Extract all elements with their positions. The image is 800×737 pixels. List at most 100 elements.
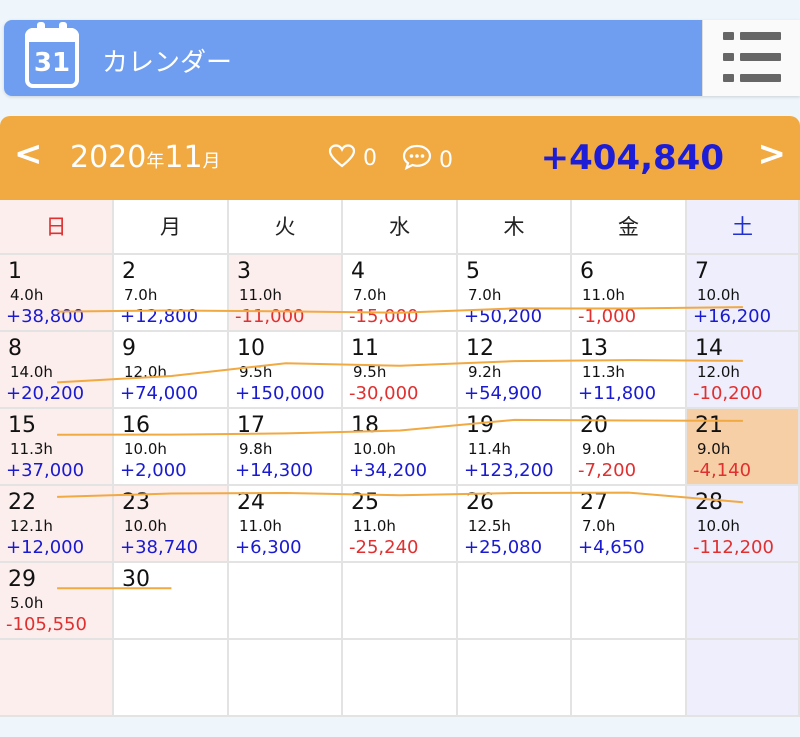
- work-hours: 11.4h: [468, 440, 511, 458]
- day-amount: -112,200: [693, 537, 774, 558]
- day-cell[interactable]: 28 10.0h -112,200: [687, 486, 800, 563]
- work-hours: 7.0h: [353, 286, 387, 304]
- day-cell[interactable]: 16 10.0h +2,000: [114, 409, 229, 486]
- day-number: 12: [466, 336, 494, 361]
- day-cell[interactable]: 24 11.0h +6,300: [229, 486, 343, 563]
- day-cell[interactable]: 6 11.0h -1,000: [572, 255, 687, 332]
- day-cell[interactable]: 27 7.0h +4,650: [572, 486, 687, 563]
- year-unit: 年: [146, 151, 165, 172]
- menu-button[interactable]: [702, 20, 800, 96]
- day-cell[interactable]: 29 5.0h -105,550: [0, 563, 114, 640]
- day-cell[interactable]: 26 12.5h +25,080: [458, 486, 572, 563]
- empty-cell[interactable]: [343, 563, 458, 640]
- work-hours: 10.0h: [353, 440, 396, 458]
- day-amount: -1,000: [578, 306, 637, 327]
- work-hours: 12.0h: [697, 363, 740, 381]
- empty-cell[interactable]: [572, 563, 687, 640]
- day-cell[interactable]: 4 7.0h -15,000: [343, 255, 458, 332]
- day-number: 30: [122, 567, 150, 592]
- work-hours: 12.5h: [468, 517, 511, 535]
- day-amount: +38,740: [120, 537, 199, 558]
- day-cell[interactable]: 21 9.0h -4,140: [687, 409, 800, 486]
- empty-cell[interactable]: [114, 640, 229, 717]
- day-cell[interactable]: 18 10.0h +34,200: [343, 409, 458, 486]
- empty-cell[interactable]: [687, 563, 800, 640]
- work-hours: 11.0h: [582, 286, 625, 304]
- day-amount: +74,000: [120, 383, 199, 404]
- weekday-label: 火: [229, 200, 343, 255]
- day-cell[interactable]: 22 12.1h +12,000: [0, 486, 114, 563]
- day-number: 19: [466, 413, 494, 438]
- work-hours: 9.5h: [353, 363, 387, 381]
- day-amount: -10,200: [693, 383, 763, 404]
- next-month-button[interactable]: >: [758, 134, 787, 174]
- work-hours: 9.0h: [697, 440, 731, 458]
- day-amount: +123,200: [464, 460, 554, 481]
- day-cell[interactable]: 13 11.3h +11,800: [572, 332, 687, 409]
- day-number: 27: [580, 490, 608, 515]
- day-number: 28: [695, 490, 723, 515]
- empty-cell[interactable]: [0, 640, 114, 717]
- day-cell[interactable]: 11 9.5h -30,000: [343, 332, 458, 409]
- empty-cell[interactable]: [229, 640, 343, 717]
- day-cell[interactable]: 10 9.5h +150,000: [229, 332, 343, 409]
- day-amount: -4,140: [693, 460, 752, 481]
- day-cell[interactable]: 8 14.0h +20,200: [0, 332, 114, 409]
- day-amount: +14,300: [235, 460, 314, 481]
- day-amount: +2,000: [120, 460, 187, 481]
- day-cell[interactable]: 23 10.0h +38,740: [114, 486, 229, 563]
- day-cell[interactable]: 20 9.0h -7,200: [572, 409, 687, 486]
- comments-stat[interactable]: 0: [402, 144, 453, 173]
- day-cell[interactable]: 12 9.2h +54,900: [458, 332, 572, 409]
- day-cell[interactable]: 1 4.0h +38,800: [0, 255, 114, 332]
- day-amount: +50,200: [464, 306, 543, 327]
- day-cell[interactable]: 5 7.0h +50,200: [458, 255, 572, 332]
- work-hours: 11.0h: [239, 286, 282, 304]
- day-amount: +37,000: [6, 460, 85, 481]
- comment-icon: [402, 144, 432, 171]
- heart-icon: [328, 144, 356, 168]
- weekday-label: 木: [458, 200, 572, 255]
- empty-cell[interactable]: [687, 640, 800, 717]
- day-cell[interactable]: 14 12.0h -10,200: [687, 332, 800, 409]
- day-number: 2: [122, 259, 136, 284]
- page-title: カレンダー: [102, 48, 233, 78]
- day-number: 29: [8, 567, 36, 592]
- calendar-icon-day: 31: [33, 48, 71, 78]
- empty-cell[interactable]: [343, 640, 458, 717]
- day-cell[interactable]: 9 12.0h +74,000: [114, 332, 229, 409]
- empty-cell[interactable]: [458, 640, 572, 717]
- day-amount: +16,200: [693, 306, 772, 327]
- day-amount: +12,000: [6, 537, 85, 558]
- day-cell[interactable]: 19 11.4h +123,200: [458, 409, 572, 486]
- day-amount: -25,240: [349, 537, 419, 558]
- likes-stat[interactable]: 0: [328, 144, 377, 171]
- month-value: 11: [164, 140, 203, 175]
- comments-count: 0: [439, 148, 453, 173]
- month-bar: < 2020年11月 0 0 +404,840 >: [0, 116, 800, 200]
- day-number: 26: [466, 490, 494, 515]
- day-cell[interactable]: 17 9.8h +14,300: [229, 409, 343, 486]
- empty-cell[interactable]: [572, 640, 687, 717]
- day-amount: -30,000: [349, 383, 419, 404]
- work-hours: 9.0h: [582, 440, 616, 458]
- work-hours: 11.0h: [353, 517, 396, 535]
- work-hours: 7.0h: [582, 517, 616, 535]
- day-amount: +38,800: [6, 306, 85, 327]
- month-total: +404,840: [540, 138, 724, 178]
- day-cell[interactable]: 3 11.0h -11,000: [229, 255, 343, 332]
- day-cell[interactable]: 2 7.0h +12,800: [114, 255, 229, 332]
- day-cell[interactable]: 25 11.0h -25,240: [343, 486, 458, 563]
- day-number: 22: [8, 490, 36, 515]
- prev-month-button[interactable]: <: [14, 134, 43, 174]
- day-amount: -105,550: [6, 614, 87, 635]
- month-label[interactable]: 2020年11月: [70, 140, 221, 175]
- day-cell[interactable]: 7 10.0h +16,200: [687, 255, 800, 332]
- empty-cell[interactable]: [458, 563, 572, 640]
- day-cell[interactable]: 15 11.3h +37,000: [0, 409, 114, 486]
- work-hours: 9.5h: [239, 363, 273, 381]
- work-hours: 5.0h: [10, 594, 44, 612]
- day-number: 3: [237, 259, 251, 284]
- day-cell[interactable]: 30: [114, 563, 229, 640]
- empty-cell[interactable]: [229, 563, 343, 640]
